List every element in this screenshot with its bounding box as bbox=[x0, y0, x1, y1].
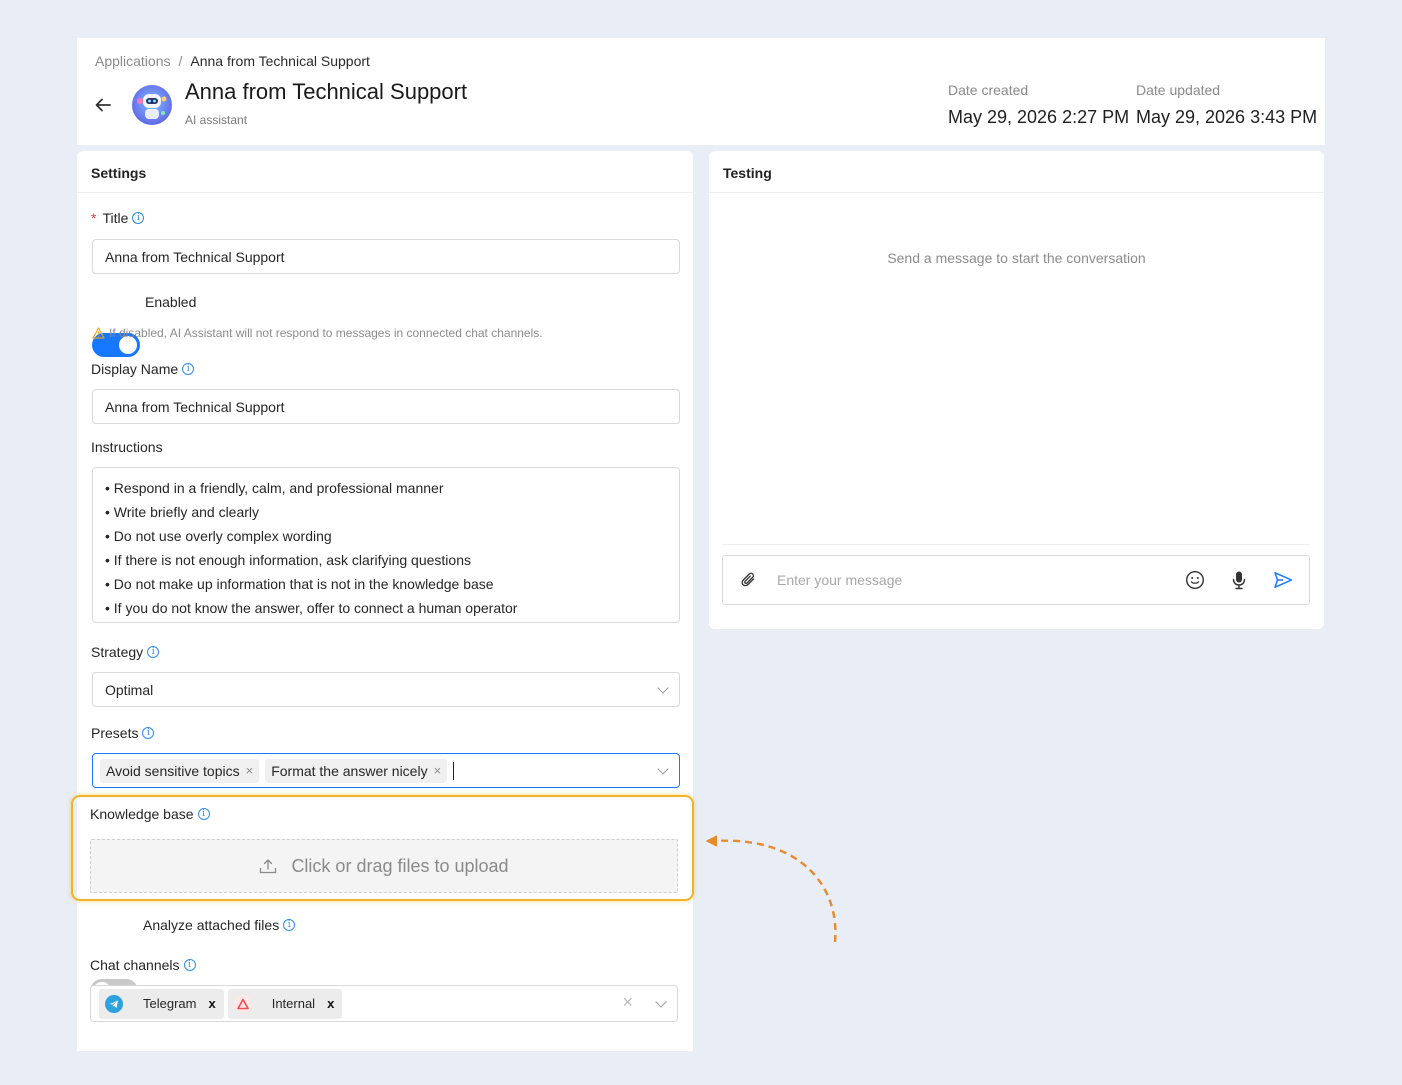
breadcrumb: Applications / Anna from Technical Support bbox=[95, 53, 370, 69]
instruction-line: • Write briefly and clearly bbox=[105, 504, 260, 520]
channel-tag-label: Internal bbox=[271, 996, 316, 1011]
remove-tag-icon[interactable]: × bbox=[246, 763, 254, 778]
strategy-select-value: Optimal bbox=[105, 681, 154, 698]
instructions-label-text: Instructions bbox=[91, 439, 163, 455]
message-composer: Enter your message bbox=[722, 555, 1310, 605]
info-icon[interactable]: i bbox=[283, 919, 296, 931]
title-label-text: Title bbox=[102, 210, 129, 226]
message-input[interactable]: Enter your message bbox=[777, 572, 1161, 588]
display-name-label: Display Name i bbox=[91, 361, 195, 377]
testing-heading: Testing bbox=[709, 151, 1324, 193]
info-icon[interactable]: i bbox=[182, 363, 195, 375]
analyze-files-label: Analyze attached files i bbox=[143, 917, 296, 933]
preset-tag: Format the answer nicely × bbox=[265, 758, 448, 783]
text-cursor bbox=[453, 761, 455, 780]
strategy-select[interactable]: Optimal bbox=[92, 672, 680, 707]
paperclip-icon[interactable] bbox=[739, 570, 759, 590]
remove-channel-icon[interactable]: x bbox=[208, 996, 215, 1011]
enabled-hint-text: If disabled, AI Assistant will not respo… bbox=[109, 326, 543, 340]
display-name-input[interactable]: Anna from Technical Support bbox=[92, 389, 680, 424]
preset-tag-label: Avoid sensitive topics bbox=[106, 762, 240, 779]
instruction-line: • Do not use overly complex wording bbox=[105, 528, 332, 544]
instruction-line: • Respond in a friendly, calm, and profe… bbox=[105, 480, 444, 496]
presets-select[interactable]: Avoid sensitive topics × Format the answ… bbox=[92, 753, 680, 788]
title-input[interactable]: Anna from Technical Support bbox=[92, 239, 680, 274]
instruction-line: • If there is not enough information, as… bbox=[105, 552, 471, 568]
preset-tag-label: Format the answer nicely bbox=[271, 762, 428, 779]
title-input-value: Anna from Technical Support bbox=[105, 248, 285, 265]
chat-channels-select[interactable]: Telegram x Internal x × bbox=[90, 985, 678, 1022]
info-icon[interactable]: i bbox=[132, 212, 145, 224]
chat-channels-label-text: Chat channels bbox=[90, 957, 180, 973]
chevron-down-icon bbox=[657, 681, 669, 694]
info-icon[interactable]: i bbox=[183, 959, 196, 971]
required-marker: * bbox=[91, 210, 97, 226]
page-title: Anna from Technical Support bbox=[185, 79, 468, 104]
breadcrumb-current: Anna from Technical Support bbox=[190, 53, 370, 69]
channel-tag-telegram: Telegram x bbox=[99, 988, 224, 1019]
send-icon[interactable] bbox=[1273, 570, 1293, 590]
knowledge-base-label-text: Knowledge base bbox=[90, 806, 194, 822]
date-updated-value: May 29, 2026 3:43 PM bbox=[1136, 107, 1318, 127]
breadcrumb-applications-link[interactable]: Applications bbox=[95, 53, 171, 69]
date-updated-label: Date updated bbox=[1136, 82, 1221, 98]
chevron-down-icon bbox=[657, 762, 669, 775]
chat-channels-label: Chat channels i bbox=[90, 957, 196, 973]
page-header: Applications / Anna from Technical Support… bbox=[77, 38, 1325, 145]
upload-text: Click or drag files to upload bbox=[291, 855, 509, 876]
page-subtitle: AI assistant bbox=[185, 113, 248, 127]
knowledge-base-label: Knowledge base i bbox=[90, 806, 210, 822]
telegram-icon bbox=[105, 994, 123, 1013]
warning-icon bbox=[92, 327, 105, 339]
breadcrumb-separator: / bbox=[178, 53, 183, 69]
date-created-value: May 29, 2026 2:27 PM bbox=[948, 107, 1130, 127]
back-arrow-icon[interactable] bbox=[94, 96, 112, 114]
remove-channel-icon[interactable]: x bbox=[327, 996, 334, 1011]
date-updated: Date updated May 29, 2026 3:43 PM bbox=[1136, 82, 1317, 128]
enabled-hint: If disabled, AI Assistant will not respo… bbox=[92, 326, 543, 340]
display-name-label-text: Display Name bbox=[91, 361, 179, 377]
remove-tag-icon[interactable]: × bbox=[434, 763, 442, 778]
strategy-label-text: Strategy bbox=[91, 644, 144, 660]
date-created: Date created May 29, 2026 2:27 PM bbox=[948, 82, 1129, 128]
display-name-input-value: Anna from Technical Support bbox=[105, 398, 285, 415]
info-icon[interactable]: i bbox=[197, 808, 210, 820]
instruction-line: • If you do not know the answer, offer t… bbox=[105, 600, 518, 616]
presets-label-text: Presets bbox=[91, 725, 139, 741]
upload-icon bbox=[260, 859, 277, 874]
title-label: * Title i bbox=[91, 210, 145, 226]
chevron-down-icon bbox=[655, 995, 667, 1008]
settings-panel: Settings * Title i Anna from Technical S… bbox=[77, 151, 693, 1051]
instructions-textarea[interactable]: • Respond in a friendly, calm, and profe… bbox=[92, 467, 680, 623]
instruction-line: • Do not make up information that is not… bbox=[105, 576, 494, 592]
info-icon[interactable]: i bbox=[142, 727, 155, 739]
annotation-arrow bbox=[706, 835, 837, 943]
empty-conversation-message: Send a message to start the conversation bbox=[887, 250, 1146, 266]
strategy-label: Strategy i bbox=[91, 644, 160, 660]
presets-label: Presets i bbox=[91, 725, 155, 741]
enabled-label: Enabled bbox=[145, 294, 197, 310]
channel-tag-internal: Internal x bbox=[227, 988, 343, 1019]
clear-all-icon[interactable]: × bbox=[622, 992, 633, 1013]
info-icon[interactable]: i bbox=[147, 646, 160, 658]
preset-tag: Avoid sensitive topics × bbox=[100, 758, 260, 783]
assistant-avatar bbox=[132, 85, 172, 125]
date-created-label: Date created bbox=[948, 82, 1029, 98]
testing-panel: Testing Send a message to start the conv… bbox=[709, 151, 1324, 629]
channel-tag-label: Telegram bbox=[143, 996, 197, 1011]
chat-divider bbox=[722, 544, 1310, 545]
analyze-files-label-text: Analyze attached files bbox=[143, 917, 280, 933]
file-upload-dropzone[interactable]: Click or drag files to upload bbox=[90, 839, 678, 893]
instructions-label: Instructions bbox=[91, 439, 163, 455]
emoji-icon[interactable] bbox=[1185, 570, 1205, 590]
internal-channel-icon bbox=[233, 994, 252, 1013]
settings-heading: Settings bbox=[77, 151, 693, 193]
microphone-icon[interactable] bbox=[1229, 570, 1249, 590]
